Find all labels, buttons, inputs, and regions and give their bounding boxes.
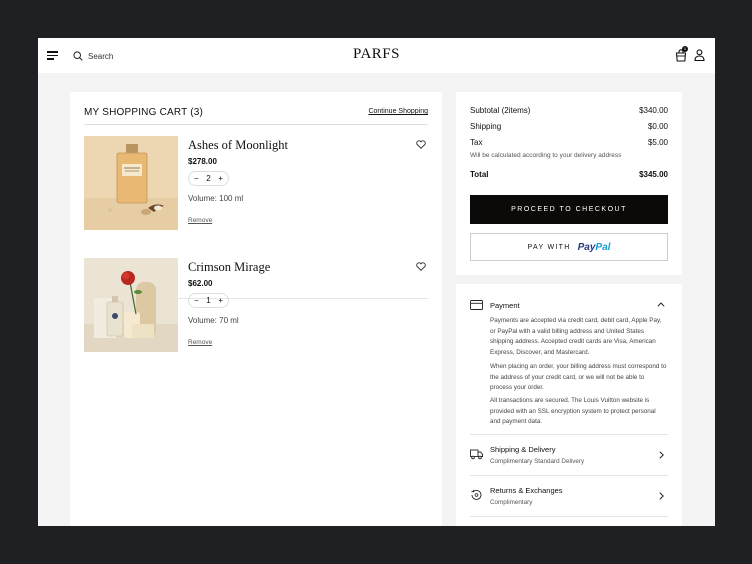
remove-item-link[interactable]: Remove bbox=[188, 217, 212, 224]
subtotal-label: Subtotal (2items) bbox=[470, 106, 531, 115]
increase-quantity-button[interactable]: + bbox=[218, 172, 223, 185]
payment-paragraph-1-line: Express, Discover, and Mastercard. bbox=[490, 348, 590, 356]
payment-paragraph-2-line: the address of your credit card, or we w… bbox=[490, 373, 645, 381]
perfume-bottle-image[interactable] bbox=[84, 136, 178, 230]
tax-label: Tax bbox=[470, 138, 483, 147]
quantity-stepper[interactable]: − 2 + bbox=[188, 171, 229, 186]
section-divider bbox=[470, 434, 668, 435]
payment-section-title[interactable]: Payment bbox=[490, 301, 520, 310]
paypal-button[interactable]: PAY WITH PayPal bbox=[470, 233, 668, 261]
quantity-value: 1 bbox=[206, 296, 211, 305]
quantity-value: 2 bbox=[206, 174, 211, 183]
payment-paragraph-3: All transactions are secured. The Louis … bbox=[490, 396, 670, 428]
tax-value: $5.00 bbox=[647, 138, 668, 147]
shipping-label: Shipping bbox=[470, 122, 502, 131]
payment-paragraph-3-line: All transactions are secured. The Louis … bbox=[490, 397, 650, 404]
paypal-logo: PayPal bbox=[578, 242, 611, 253]
paypal-logo-part1: Pay bbox=[577, 241, 596, 253]
shipping-value: $0.00 bbox=[647, 122, 668, 131]
total-value: $345.00 bbox=[639, 170, 668, 179]
quantity-stepper[interactable]: − 1 + bbox=[188, 293, 229, 308]
section-divider bbox=[470, 475, 668, 476]
section-divider bbox=[470, 516, 668, 517]
app-frame: Search PARFS 1 MY SHOPPING CART (3) Cont… bbox=[38, 38, 715, 526]
tax-note: Will be calculated according to your del… bbox=[470, 152, 622, 159]
payment-paragraph-2-line: When placing an order, your billing addr… bbox=[490, 363, 667, 370]
truck-icon bbox=[470, 449, 483, 460]
subtotal-row: Subtotal (2items) $340.00 bbox=[470, 106, 668, 115]
shipping-delivery-subtitle: Complimentary Standard Delivery bbox=[490, 458, 585, 465]
item-price: $278.00 bbox=[188, 157, 217, 166]
user-icon[interactable] bbox=[694, 49, 705, 61]
order-summary-panel: Subtotal (2items) $340.00 Shipping $0.00… bbox=[456, 92, 682, 275]
cart-item: Crimson Mirage $62.00 − 1 + Volume: 70 m… bbox=[84, 258, 428, 366]
cart-title: MY SHOPPING CART (3) bbox=[84, 107, 204, 118]
payment-paragraph-2-line: process your order. bbox=[490, 384, 544, 391]
item-name[interactable]: Ashes of Moonlight bbox=[188, 138, 288, 153]
item-volume: Volume: 100 ml bbox=[188, 194, 244, 203]
paypal-logo-part2: Pal bbox=[595, 241, 611, 253]
shopping-cart-panel: MY SHOPPING CART (3) Continue Shopping A… bbox=[70, 92, 442, 526]
brand-logo[interactable]: PARFS bbox=[38, 46, 715, 63]
chevron-up-icon[interactable] bbox=[657, 302, 665, 307]
returns-exchanges-title[interactable]: Returns & Exchanges bbox=[490, 486, 563, 495]
chevron-right-icon[interactable] bbox=[659, 492, 664, 500]
chevron-right-icon[interactable] bbox=[659, 451, 664, 459]
top-bar: Search PARFS 1 bbox=[38, 38, 715, 73]
item-price: $62.00 bbox=[188, 279, 213, 288]
returns-icon bbox=[471, 489, 482, 500]
payment-paragraph-1: Payments are accepted via credit card, d… bbox=[490, 316, 670, 358]
cart-item: Ashes of Moonlight $278.00 − 2 + Volume:… bbox=[84, 136, 428, 244]
continue-shopping-link[interactable]: Continue Shopping bbox=[368, 108, 428, 115]
total-row: Total $345.00 bbox=[470, 170, 668, 179]
heart-icon[interactable] bbox=[416, 140, 426, 149]
subtotal-value: $340.00 bbox=[639, 106, 668, 115]
payment-paragraph-3-line: provided with an SSL encryption system t… bbox=[490, 407, 656, 415]
returns-exchanges-subtitle: Complimentary bbox=[490, 499, 533, 506]
payment-paragraph-1-line: Payments are accepted via credit card, d… bbox=[490, 317, 662, 324]
remove-item-link[interactable]: Remove bbox=[188, 339, 212, 346]
payment-paragraph-3-line: and payment data. bbox=[490, 418, 543, 425]
decrease-quantity-button[interactable]: − bbox=[194, 172, 199, 185]
increase-quantity-button[interactable]: + bbox=[218, 294, 223, 307]
total-label: Total bbox=[470, 170, 489, 179]
credit-card-icon bbox=[470, 300, 483, 310]
cart-title-divider bbox=[84, 124, 428, 125]
tax-row: Tax $5.00 bbox=[470, 138, 668, 147]
shipping-row: Shipping $0.00 bbox=[470, 122, 668, 131]
heart-icon[interactable] bbox=[416, 262, 426, 271]
item-volume: Volume: 70 ml bbox=[188, 316, 239, 325]
payment-paragraph-2: When placing an order, your billing addr… bbox=[490, 362, 670, 394]
cart-count-badge: 1 bbox=[682, 46, 688, 52]
payment-paragraph-1-line: shipping address. Accepted credit cards … bbox=[490, 338, 656, 345]
perfume-rose-image[interactable] bbox=[84, 258, 178, 352]
decrease-quantity-button[interactable]: − bbox=[194, 294, 199, 307]
item-name[interactable]: Crimson Mirage bbox=[188, 260, 270, 275]
payment-paragraph-1-line: or PayPal with a valid billing address a… bbox=[490, 327, 645, 335]
shipping-delivery-title[interactable]: Shipping & Delivery bbox=[490, 445, 555, 454]
info-panel: Payment Payments are accepted via credit… bbox=[456, 284, 682, 526]
proceed-to-checkout-button[interactable]: PROCEED TO CHECKOUT bbox=[470, 195, 668, 224]
paypal-label: PAY WITH bbox=[527, 243, 571, 251]
